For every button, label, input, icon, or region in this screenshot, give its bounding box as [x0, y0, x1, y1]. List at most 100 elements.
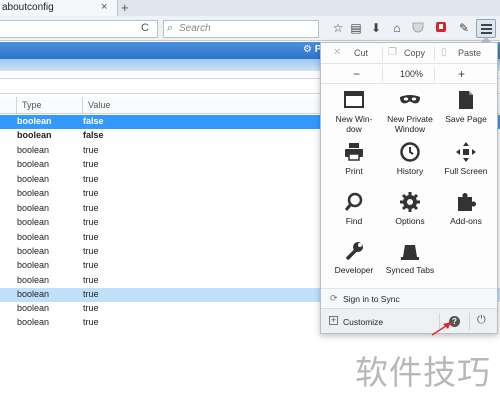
developer-icon — [345, 242, 363, 261]
menu-item-label: Developer — [334, 265, 374, 275]
url-bar[interactable]: C — [0, 20, 158, 38]
cell-value: true — [83, 303, 99, 313]
menu-item-label: Find — [345, 216, 363, 226]
paste-icon: ▯ — [441, 47, 447, 58]
divider — [382, 46, 383, 61]
zoom-in-button[interactable]: + — [458, 67, 465, 81]
divider — [434, 46, 435, 61]
addons-icon — [458, 193, 476, 211]
column-header-value[interactable]: Value — [88, 100, 110, 110]
cell-type: boolean — [17, 246, 50, 256]
cell-type: boolean — [17, 116, 52, 126]
header-label: ⚙ P — [303, 44, 322, 55]
pocket-icon[interactable] — [411, 21, 425, 35]
copy-button[interactable]: Copy — [404, 48, 425, 58]
addons-button[interactable]: Add-ons — [437, 191, 495, 243]
cell-value: true — [83, 174, 99, 184]
annotation-arrow-icon — [431, 322, 451, 336]
cell-value: true — [83, 217, 99, 227]
cell-value: true — [83, 203, 99, 213]
options-button[interactable]: Options — [381, 191, 439, 243]
history-icon — [400, 142, 420, 162]
cell-type: boolean — [17, 145, 50, 155]
divider — [382, 67, 383, 82]
tab-close-icon[interactable]: × — [101, 1, 107, 13]
menu-item-label: New Win- dow — [335, 114, 373, 134]
edit-controls: ✕ Cut ❐ Copy ▯ Paste — [321, 43, 497, 64]
cell-type: boolean — [17, 232, 50, 242]
zoom-controls: − 100% + — [321, 64, 497, 84]
history-button[interactable]: History — [381, 141, 439, 193]
synced-tabs-icon — [401, 245, 419, 260]
save-page-icon — [459, 91, 473, 109]
developer-button[interactable]: Developer — [325, 240, 383, 292]
private-window-icon — [400, 95, 420, 104]
cell-value: false — [83, 130, 104, 140]
home-icon[interactable]: ⌂ — [390, 21, 404, 35]
menu-item-label: New Private Window — [387, 114, 433, 134]
menu-item-label: Synced Tabs — [385, 265, 435, 275]
full-screen-button[interactable]: Full Screen — [437, 141, 495, 193]
sync-icon[interactable]: ✎ — [457, 21, 471, 35]
synced-tabs-button[interactable]: Synced Tabs — [381, 240, 439, 292]
menu-footer: + Customize ? ⏻ — [321, 308, 497, 333]
new-tab-button[interactable]: + — [121, 0, 129, 15]
column-header-type[interactable]: Type — [22, 100, 42, 110]
cell-type: boolean — [17, 188, 50, 198]
cell-value: true — [83, 275, 99, 285]
menu-item-label: Options — [395, 216, 425, 226]
navigation-toolbar: C ⌕ Search ☆ ▤ ⬇ ⌂ ✎ — [0, 16, 500, 41]
search-icon: ⌕ — [167, 22, 174, 34]
download-icon[interactable]: ⬇ — [369, 21, 383, 35]
print-icon — [345, 143, 363, 161]
watermark: 软件技巧 — [355, 353, 491, 392]
print-button[interactable]: Print — [325, 141, 383, 193]
cell-value: true — [83, 188, 99, 198]
cut-button[interactable]: Cut — [354, 48, 368, 58]
zoom-out-button[interactable]: − — [353, 67, 360, 81]
star-icon[interactable]: ☆ — [331, 21, 345, 35]
new-private-window-button[interactable]: New Private Window — [381, 89, 439, 141]
cell-value: false — [83, 116, 104, 126]
customize-button[interactable]: Customize — [343, 317, 383, 327]
tab-title: aboutconfig — [2, 2, 54, 13]
quit-button[interactable]: ⏻ — [477, 314, 486, 327]
cell-type: boolean — [17, 303, 50, 313]
new-window-icon — [344, 91, 364, 108]
cell-value: true — [83, 159, 99, 169]
cell-value: true — [83, 145, 99, 155]
menu-item-label: Full Screen — [444, 166, 488, 176]
main-menu-panel: ✕ Cut ❐ Copy ▯ Paste − 100% + New Win- d… — [320, 42, 498, 334]
cell-type: boolean — [17, 203, 50, 213]
options-icon — [400, 192, 420, 212]
full-screen-icon — [456, 142, 476, 162]
new-window-button[interactable]: New Win- dow — [325, 89, 383, 141]
cell-type: boolean — [17, 174, 50, 184]
cell-type: boolean — [17, 289, 50, 299]
zoom-level[interactable]: 100% — [400, 69, 423, 79]
customize-plus-icon: + — [329, 315, 338, 325]
paste-button[interactable]: Paste — [458, 48, 481, 58]
cut-icon: ✕ — [333, 47, 342, 58]
sign-in-to-sync-button[interactable]: ⟳ Sign in to Sync — [321, 288, 497, 307]
search-placeholder: Search — [179, 23, 211, 34]
save-page-button[interactable]: Save Page — [437, 89, 495, 141]
tab-aboutconfig[interactable]: aboutconfig × — [0, 0, 118, 16]
library-icon[interactable]: ▤ — [349, 21, 363, 35]
find-button[interactable]: Find — [325, 191, 383, 243]
copy-icon: ❐ — [388, 47, 397, 58]
menu-button[interactable] — [476, 19, 496, 38]
addon-red-icon[interactable] — [434, 21, 448, 35]
search-bar[interactable]: ⌕ Search — [163, 20, 319, 38]
cell-type: boolean — [17, 217, 50, 227]
cell-value: true — [83, 317, 99, 327]
menu-item-label: Print — [345, 166, 363, 176]
cell-type: boolean — [17, 159, 50, 169]
menu-item-label: Add-ons — [450, 216, 482, 226]
cell-type: boolean — [17, 317, 50, 327]
column-divider[interactable] — [16, 97, 17, 114]
reload-icon[interactable]: C — [141, 22, 149, 34]
menu-item-label: Save Page — [445, 114, 487, 124]
cell-type: boolean — [17, 260, 50, 270]
column-divider[interactable] — [82, 97, 83, 114]
